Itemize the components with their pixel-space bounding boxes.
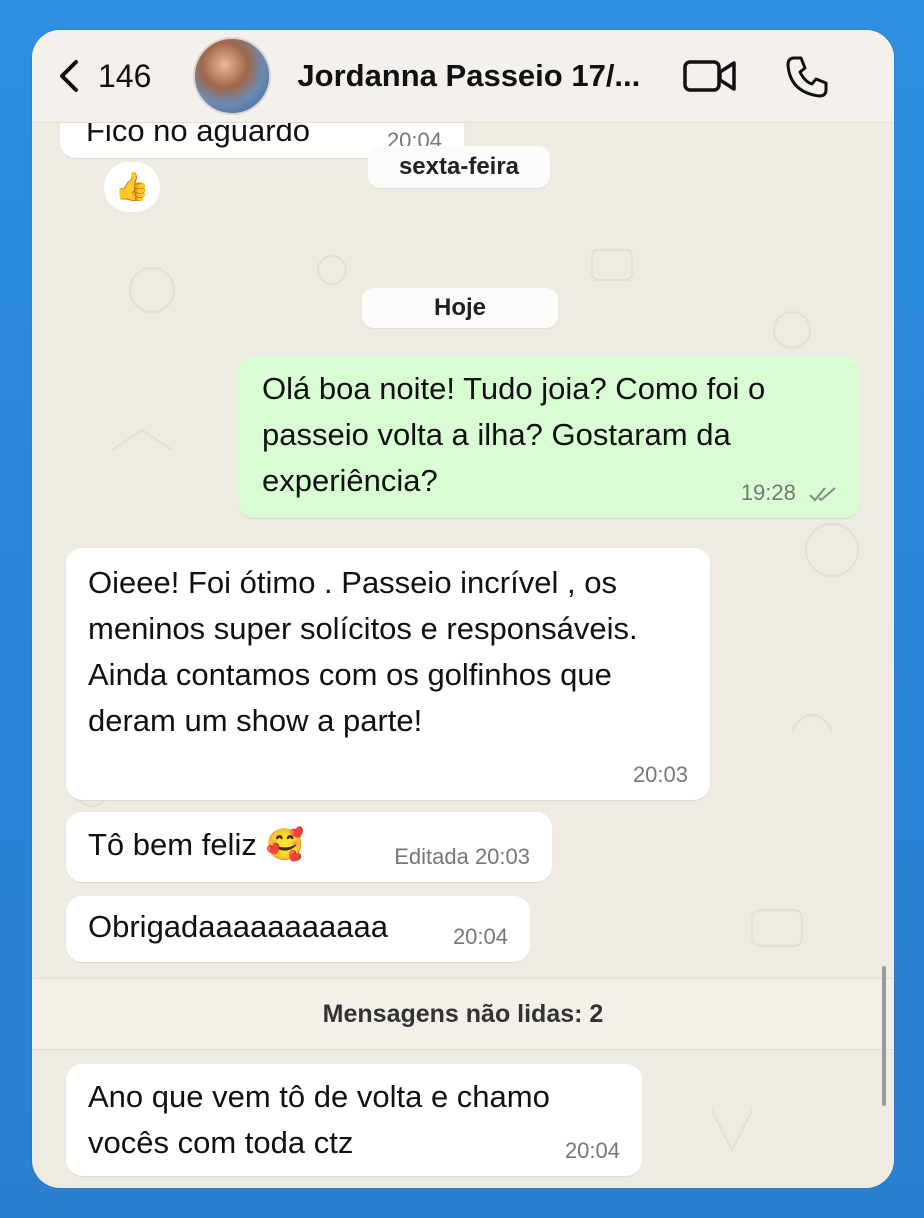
contact-name[interactable]: Jordanna Passeio 17/... [297,58,640,94]
message-meta: 19:28 [741,482,838,504]
message-time: 20:04 [564,1138,620,1163]
chat-window: 146 Jordanna Passeio 17/... Fico no agua… [32,30,894,1188]
message-text: Oieee! Foi ótimo . Passeio incrível , os… [88,565,638,738]
message-incoming[interactable]: Tô bem feliz 🥰 Editada 20:03 [66,812,552,882]
message-incoming[interactable]: Ano que vem tô de volta e chamo vocês co… [66,1064,642,1176]
unread-chats-count: 146 [98,57,152,94]
chat-header: 146 Jordanna Passeio 17/... [32,30,894,123]
reaction-thumbs-up[interactable]: 👍 [104,162,160,212]
back-button[interactable]: 146 [54,56,151,96]
video-call-icon[interactable] [682,54,738,98]
avatar[interactable] [193,37,272,115]
date-separator-today: Hoje [362,288,558,328]
message-text: Tô bem feliz 🥰 [88,827,305,862]
message-time: 20:03 [632,762,688,787]
chevron-left-icon [60,60,78,92]
message-incoming[interactable]: Oieee! Foi ótimo . Passeio incrível , os… [66,548,710,800]
unread-messages-banner: Mensagens não lidas: 2 [32,978,894,1050]
message-outgoing[interactable]: Olá boa noite! Tudo joia? Como foi o pas… [238,356,860,518]
message-text: Ano que vem tô de volta e chamo vocês co… [88,1079,550,1160]
message-text: Obrigadaaaaaaaaaaa [88,909,388,944]
message-time-edited: Editada 20:03 [394,844,530,869]
message-time: 19:28 [740,480,796,505]
scrollbar[interactable] [882,966,886,1106]
message-time: 20:04 [452,924,508,949]
date-separator-friday: sexta-feira [368,146,550,188]
read-receipt-icon [809,487,836,502]
message-incoming[interactable]: Obrigadaaaaaaaaaaa 20:04 [66,896,530,962]
phone-call-icon[interactable] [784,54,830,100]
